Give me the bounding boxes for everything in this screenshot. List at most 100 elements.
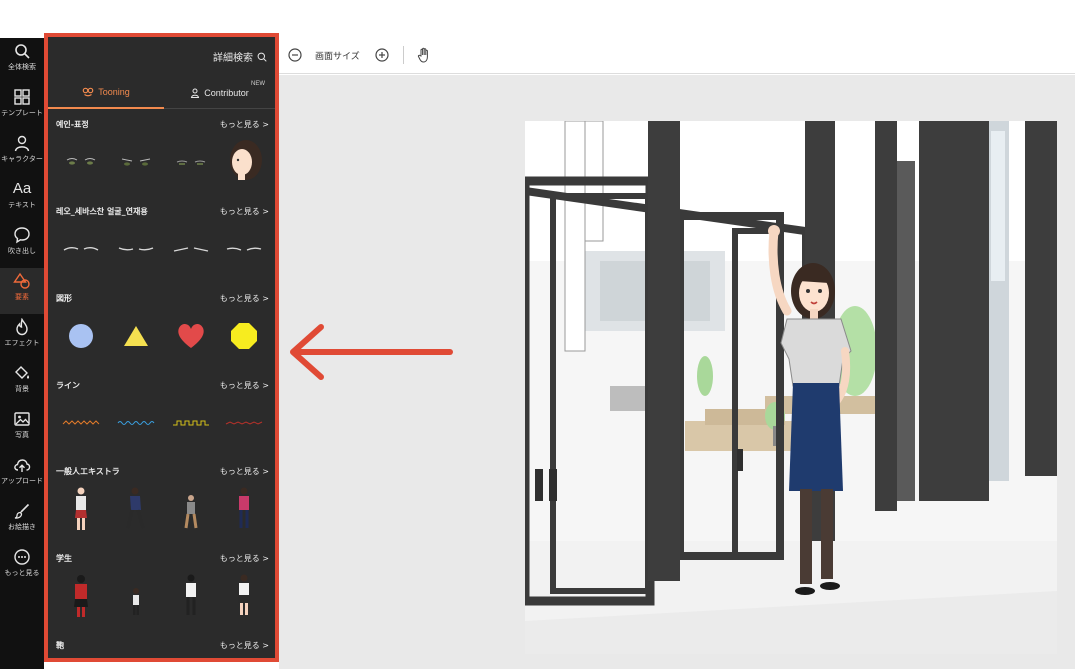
- speech-bubble-icon: [14, 227, 30, 244]
- rail-item-text[interactable]: Aa テキスト: [0, 176, 44, 222]
- see-more-link[interactable]: もっと見る >: [220, 206, 269, 217]
- extra-person-thumb[interactable]: [166, 484, 216, 534]
- annotation-arrow: [290, 324, 453, 380]
- rail-item-speech-bubble[interactable]: 吹き出し: [0, 222, 44, 268]
- see-more-link[interactable]: もっと見る >: [220, 466, 269, 477]
- search-icon: [15, 44, 30, 59]
- dashed-line[interactable]: [219, 398, 269, 448]
- canvas-scene[interactable]: [525, 121, 1057, 654]
- expression-thumb[interactable]: [166, 137, 216, 187]
- photo-icon: [14, 412, 30, 426]
- section-title: 一般人エキストラ: [56, 466, 120, 476]
- zoom-in-icon: [375, 48, 389, 62]
- tab-contributor[interactable]: Contributor NEW: [164, 77, 275, 109]
- expression-thumb[interactable]: [111, 137, 161, 187]
- expression-thumb[interactable]: [56, 137, 106, 187]
- rail-item-label: お絵描き: [8, 523, 36, 531]
- see-more-link[interactable]: もっと見る >: [220, 119, 269, 130]
- student-thumb[interactable]: [219, 571, 269, 621]
- rail-item-label: 背景: [15, 385, 29, 393]
- student-thumb[interactable]: [111, 571, 161, 621]
- eyebrow-thumb[interactable]: [56, 224, 106, 274]
- person-outline-icon: [191, 88, 200, 98]
- see-more-link[interactable]: もっと見る >: [220, 293, 269, 304]
- student-thumb[interactable]: [166, 571, 216, 621]
- rail-item-label: 全体検索: [8, 63, 36, 71]
- paint-bucket-icon: [15, 366, 30, 379]
- student-thumb[interactable]: [56, 571, 106, 621]
- toolbar-divider: [403, 46, 404, 64]
- circle-shape[interactable]: [56, 311, 106, 361]
- rail-item-label: テンプレート: [1, 109, 43, 117]
- zoom-out-icon: [288, 48, 302, 62]
- section-title: 예인-표정: [56, 119, 89, 129]
- see-more-link[interactable]: もっと見る >: [220, 380, 269, 391]
- rail-item-label: エフェクト: [4, 339, 40, 347]
- canvas-size-label[interactable]: 画面サイズ: [315, 49, 360, 62]
- more-icon: [14, 549, 30, 565]
- rail-item-templates[interactable]: テンプレート: [0, 84, 44, 130]
- tooning-logo-icon: [82, 87, 94, 97]
- flame-icon: [16, 318, 28, 336]
- rail-item-search-all[interactable]: 全体検索: [0, 38, 44, 84]
- extra-person-thumb[interactable]: [56, 484, 106, 534]
- hand-icon: [417, 47, 428, 63]
- wave-line[interactable]: [111, 398, 161, 448]
- rail-item-draw[interactable]: お絵描き: [0, 498, 44, 544]
- square-wave-line[interactable]: [166, 398, 216, 448]
- elements-panel: 詳細検索 Tooning Contributor NEW 예인-표정 もっと見る…: [44, 33, 279, 662]
- section-title: 図形: [56, 293, 72, 303]
- zoom-out-button[interactable]: [287, 47, 303, 63]
- rail-item-label: もっと見る: [4, 569, 40, 577]
- rail-item-photo[interactable]: 写真: [0, 406, 44, 452]
- new-badge: NEW: [251, 81, 265, 87]
- rail-item-upload[interactable]: アップロード: [0, 452, 44, 498]
- rail-item-label: テキスト: [8, 201, 36, 209]
- rail-item-background[interactable]: 背景: [0, 360, 44, 406]
- tab-tooning[interactable]: Tooning: [48, 77, 164, 109]
- eyebrow-thumb[interactable]: [111, 224, 161, 274]
- extra-person-thumb[interactable]: [219, 484, 269, 534]
- canvas-toolbar: 画面サイズ: [279, 38, 1075, 74]
- rail-item-effects[interactable]: エフェクト: [0, 314, 44, 360]
- panel-tabs: Tooning Contributor NEW: [48, 77, 275, 109]
- rail-item-character[interactable]: キャラクター: [0, 130, 44, 176]
- cloud-upload-icon: [14, 459, 31, 472]
- brush-icon: [14, 503, 30, 519]
- rail-item-label: 吹き出し: [8, 247, 36, 255]
- app-root: 全体検索 テンプレート キャラクター Aa テキスト 吹き出し 要素 エフェクト: [0, 0, 1075, 669]
- advanced-search-label: 詳細検索: [213, 53, 253, 64]
- rail-item-label: キャラクター: [1, 155, 43, 163]
- see-more-link[interactable]: もっと見る >: [220, 640, 269, 651]
- section-title: 鞄: [56, 640, 64, 650]
- hand-tool-button[interactable]: [416, 47, 432, 63]
- grid-icon: [14, 89, 30, 105]
- advanced-search-button[interactable]: 詳細検索: [213, 49, 267, 64]
- rail-item-label: アップロード: [1, 477, 43, 485]
- eyebrow-thumb[interactable]: [166, 224, 216, 274]
- triangle-shape[interactable]: [111, 311, 161, 361]
- octagon-shape[interactable]: [219, 311, 269, 361]
- character-head-thumb[interactable]: [219, 137, 269, 187]
- tab-tooning-label: Tooning: [98, 87, 130, 97]
- rail-item-elements[interactable]: 要素: [0, 268, 44, 314]
- zigzag-line[interactable]: [56, 398, 106, 448]
- person-icon: [14, 135, 30, 152]
- office-lobby-illustration: [525, 121, 1057, 654]
- extra-person-thumb[interactable]: [111, 484, 161, 534]
- rail-item-label: 写真: [15, 431, 29, 439]
- zoom-in-button[interactable]: [374, 47, 390, 63]
- section-title: 레오_세바스찬 얼굴_연재용: [56, 206, 148, 216]
- tab-contributor-label: Contributor: [204, 88, 249, 98]
- see-more-link[interactable]: もっと見る >: [220, 553, 269, 564]
- text-icon: Aa: [12, 180, 32, 197]
- section-title: ライン: [56, 380, 80, 390]
- rail-item-label: 要素: [15, 293, 29, 301]
- left-tool-rail: 全体検索 テンプレート キャラクター Aa テキスト 吹き出し 要素 エフェクト: [0, 38, 44, 669]
- eyebrow-thumb[interactable]: [219, 224, 269, 274]
- panel-header: 詳細検索: [48, 37, 275, 75]
- rail-item-more[interactable]: もっと見る: [0, 544, 44, 590]
- shapes-icon: [13, 272, 30, 289]
- search-icon: [257, 52, 267, 62]
- heart-shape[interactable]: [166, 311, 216, 361]
